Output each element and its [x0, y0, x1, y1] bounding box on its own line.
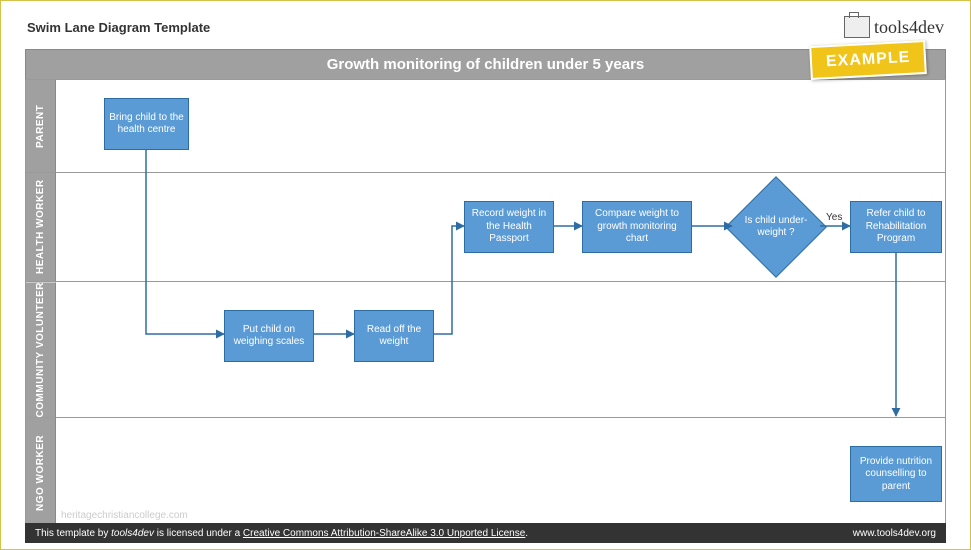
example-tag: EXAMPLE	[809, 40, 927, 80]
footer-license-suffix: .	[525, 528, 528, 539]
swim-lanes: Yes PARENT Bring child to the health cen…	[25, 79, 946, 529]
watermark: heritagechristiancollege.com	[61, 510, 188, 521]
diagram-title: Growth monitoring of children under 5 ye…	[25, 49, 946, 79]
footer-url: www.tools4dev.org	[853, 528, 936, 539]
node-bring-child: Bring child to the health centre	[104, 98, 189, 150]
lane-label-health: HEALTH WORKER	[26, 173, 56, 281]
lane-community-volunteer: COMMUNITY VOLUNTEER Put child on weighin…	[26, 282, 945, 418]
footer-license-mid: is licensed under a	[154, 528, 243, 539]
edge-label-yes: Yes	[826, 212, 842, 223]
lane-parent: PARENT Bring child to the health centre	[26, 80, 945, 173]
node-put-scales: Put child on weighing scales	[224, 310, 314, 362]
page-title: Swim Lane Diagram Template	[27, 20, 210, 35]
node-nutrition: Provide nutrition counselling to parent	[850, 446, 942, 502]
node-refer: Refer child to Rehabilitation Program	[850, 201, 942, 253]
footer-license: This template by tools4dev is licensed u…	[35, 528, 528, 539]
diagram: Growth monitoring of children under 5 ye…	[25, 49, 946, 529]
logo-text: tools4dev	[874, 17, 944, 38]
footer: This template by tools4dev is licensed u…	[25, 523, 946, 543]
logo-icon	[844, 16, 870, 38]
node-record-weight: Record weight in the Health Passport	[464, 201, 554, 253]
lane-label-ngo: NGO WORKER	[26, 418, 56, 528]
node-decision-text: Is child under-weight ?	[732, 187, 820, 267]
header: Swim Lane Diagram Template tools4dev	[1, 1, 970, 49]
footer-license-brand: tools4dev	[111, 528, 154, 539]
node-compare-weight: Compare weight to growth monitoring char…	[582, 201, 692, 253]
footer-license-link[interactable]: Creative Commons Attribution-ShareAlike …	[243, 528, 525, 539]
lane-label-community: COMMUNITY VOLUNTEER	[26, 282, 56, 417]
lane-label-parent: PARENT	[26, 80, 56, 172]
lane-health-worker: HEALTH WORKER Record weight in the Healt…	[26, 173, 945, 282]
node-read-weight: Read off the weight	[354, 310, 434, 362]
footer-license-prefix: This template by	[35, 528, 111, 539]
logo: tools4dev	[844, 16, 944, 38]
